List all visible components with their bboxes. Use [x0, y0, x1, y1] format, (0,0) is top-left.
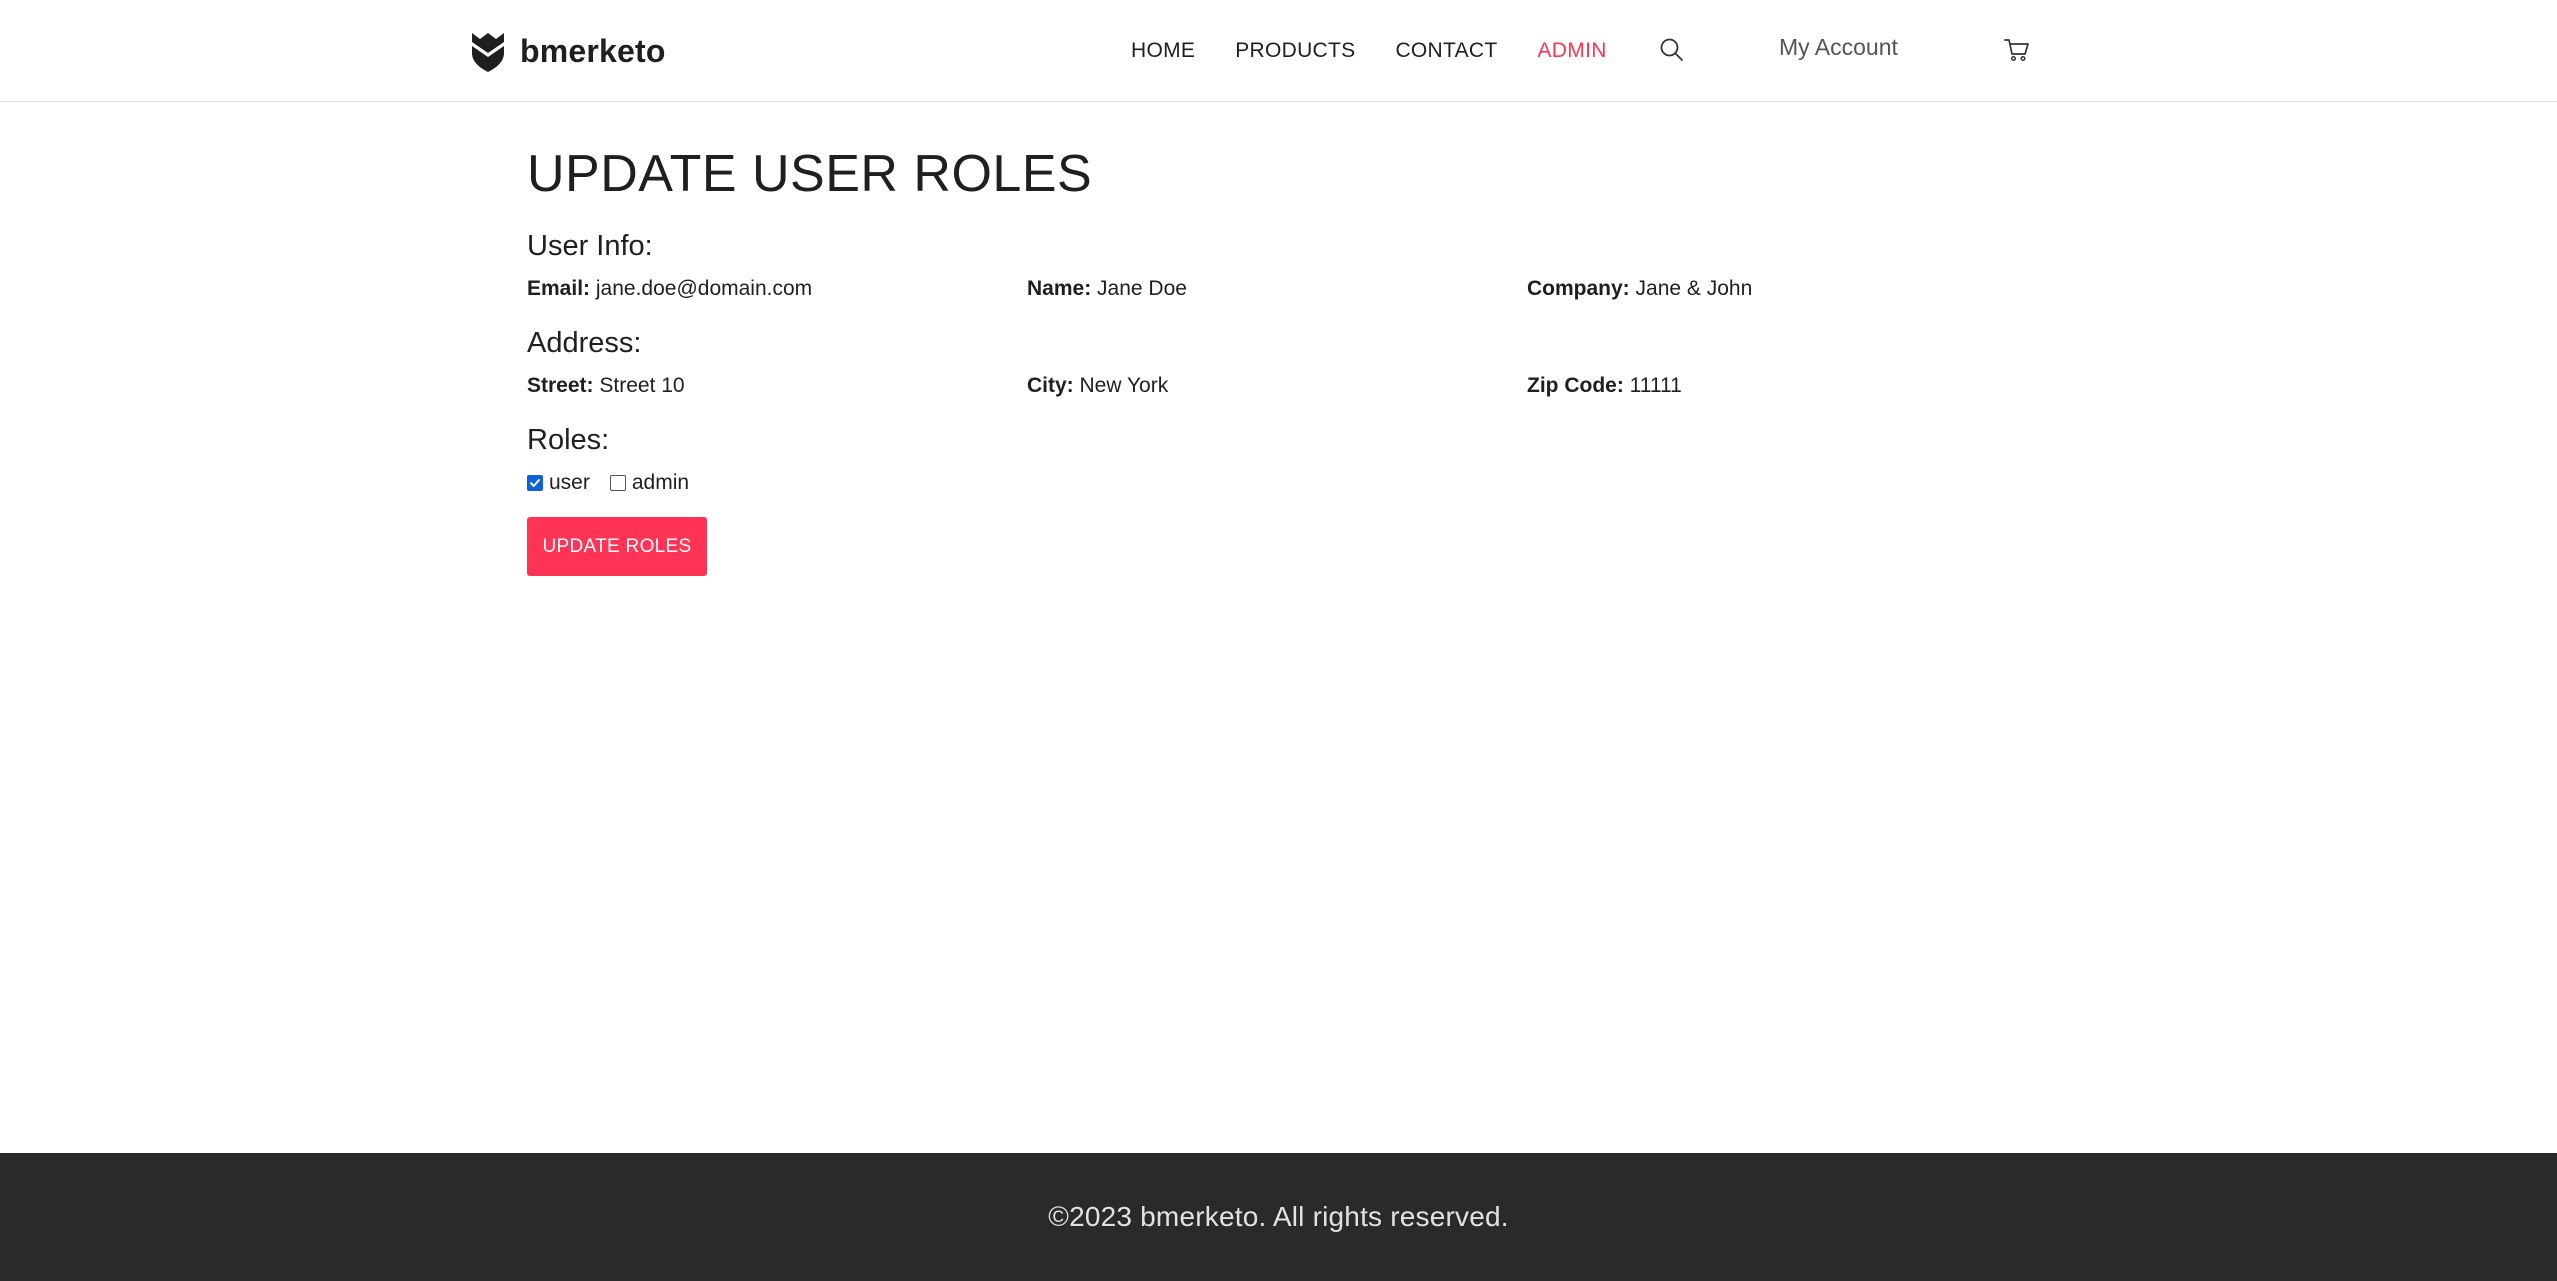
user-info-heading: User Info: [527, 230, 653, 262]
email-field: Email: jane.doe@domain.com [527, 274, 1027, 304]
my-account-link[interactable]: My Account [1779, 34, 1898, 61]
role-user-option[interactable]: user [527, 468, 590, 498]
street-field: Street: Street 10 [527, 371, 1027, 401]
copyright-text: ©2023 bmerketo. All rights reserved. [1048, 1201, 1509, 1232]
city-label: City: [1027, 374, 1074, 397]
page-title: UPDATE USER ROLES [527, 145, 1093, 203]
search-icon[interactable] [1657, 35, 1687, 65]
name-value: Jane Doe [1097, 277, 1187, 300]
checkmark-icon [530, 479, 540, 487]
company-value: Jane & John [1635, 277, 1753, 300]
company-field: Company: Jane & John [1527, 274, 2027, 304]
nav-products[interactable]: PRODUCTS [1235, 39, 1355, 63]
main-content: UPDATE USER ROLES User Info: Email: jane… [527, 140, 2027, 576]
city-value: New York [1079, 374, 1169, 397]
zip-field: Zip Code: 11111 [1527, 371, 2027, 401]
zip-value: 11111 [1629, 374, 1682, 397]
nav-admin[interactable]: ADMIN [1538, 39, 1607, 63]
zip-label: Zip Code: [1527, 374, 1624, 397]
street-value: Street 10 [599, 374, 685, 397]
site-footer: ©2023 bmerketo. All rights reserved. [0, 1153, 2557, 1281]
brand-link[interactable]: bmerketo [470, 28, 666, 74]
street-label: Street: [527, 374, 594, 397]
roles-heading: Roles: [527, 424, 610, 456]
role-admin-checkbox[interactable] [609, 475, 626, 491]
nav-contact[interactable]: CONTACT [1395, 39, 1497, 63]
role-admin-label: admin [631, 471, 690, 494]
main-nav: HOME PRODUCTS CONTACT ADMIN [1131, 34, 1647, 68]
name-field: Name: Jane Doe [1027, 274, 1527, 304]
roles-list: user admin [527, 468, 2027, 498]
role-admin-option[interactable]: admin [609, 468, 690, 498]
role-user-checkbox[interactable] [527, 475, 543, 491]
name-label: Name: [1027, 277, 1092, 300]
user-info-row: Email: jane.doe@domain.com Name: Jane Do… [527, 274, 2027, 304]
update-roles-button[interactable]: UPDATE ROLES [527, 517, 707, 576]
role-user-label: user [549, 471, 590, 494]
address-row: Street: Street 10 City: New York Zip Cod… [527, 371, 2027, 401]
email-label: Email: [527, 277, 591, 300]
shield-logo-icon [472, 33, 504, 72]
city-field: City: New York [1027, 371, 1527, 401]
brand-name: bmerketo [520, 32, 666, 69]
company-label: Company: [1527, 277, 1630, 300]
address-heading: Address: [527, 327, 642, 359]
nav-home[interactable]: HOME [1131, 39, 1195, 63]
email-value: jane.doe@domain.com [595, 277, 813, 300]
cart-icon[interactable] [2003, 36, 2031, 64]
site-header: bmerketo HOME PRODUCTS CONTACT ADMIN My … [0, 0, 2557, 102]
